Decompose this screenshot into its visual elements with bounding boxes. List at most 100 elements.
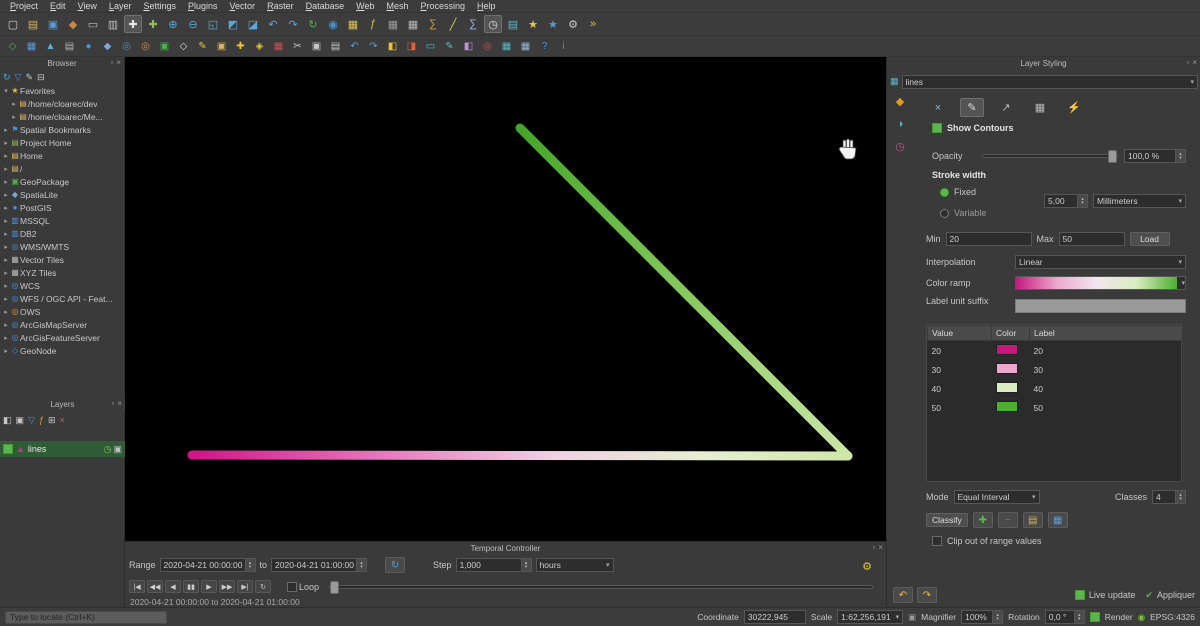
refresh-map-button[interactable]: ↻	[304, 15, 322, 33]
statistical-summary-button[interactable]: ∑	[464, 15, 482, 33]
browser-item-me-path[interactable]: ▸ ▤ /home/cloarec/Me...	[0, 110, 125, 123]
averaging-tab[interactable]: ▦	[1028, 98, 1052, 117]
expander-icon[interactable]: ▸	[2, 269, 10, 277]
show-bookmarks-button[interactable]: ★	[544, 15, 562, 33]
show-layout-manager-button[interactable]: ▥	[104, 15, 122, 33]
step-input[interactable]: 1,000▴▾	[456, 558, 532, 572]
temporal-indicator-icon[interactable]: ◷	[104, 444, 112, 455]
add-wfs-layer-button[interactable]: ◎	[137, 38, 154, 54]
value-column-header[interactable]: Value	[928, 326, 992, 341]
history-strip-icon[interactable]: ◷	[895, 140, 905, 153]
layer-visibility-checkbox[interactable]	[3, 444, 13, 454]
interpolation-select[interactable]: Linear	[1015, 255, 1186, 269]
vectors-tab[interactable]: ↗	[994, 98, 1018, 117]
new-print-layout-button[interactable]: ▭	[84, 15, 102, 33]
loop-range-button[interactable]: ↻	[255, 580, 271, 593]
symbology-strip-icon[interactable]: ◆	[896, 95, 904, 108]
expander-icon[interactable]: ▸	[2, 139, 10, 147]
browser-item-wcs[interactable]: ▸ ◎ WCS	[0, 279, 125, 292]
menu-item[interactable]: View	[72, 1, 103, 11]
identify-features-button[interactable]: ◉	[324, 15, 342, 33]
expander-icon[interactable]: ▸	[10, 113, 18, 121]
time-slider-handle[interactable]	[330, 581, 339, 594]
contours-tab[interactable]: ✎	[960, 98, 984, 117]
browser-refresh-icon[interactable]: ↻	[3, 72, 11, 83]
toggle-editing-button[interactable]: ✎	[194, 38, 211, 54]
expander-icon[interactable]: ▸	[2, 256, 10, 264]
lock-scale-icon[interactable]: ▣	[908, 612, 916, 623]
expand-all-icon[interactable]: ⊞	[48, 415, 56, 426]
float-panel-icon[interactable]: ▫	[1186, 58, 1189, 67]
label-unit-suffix-input[interactable]	[1015, 299, 1186, 313]
opacity-slider[interactable]	[982, 154, 1118, 158]
python-console-button[interactable]: »	[584, 15, 602, 33]
add-raster-layer-button[interactable]: ▦	[23, 38, 40, 54]
class-row[interactable]: 20 20	[928, 341, 1183, 361]
osm-place-search-button[interactable]: ◎	[479, 38, 496, 54]
close-panel-icon[interactable]: ×	[117, 399, 122, 408]
time-slider[interactable]	[329, 585, 873, 589]
variable-radio[interactable]	[940, 209, 949, 218]
browser-item-geonode[interactable]: ▸ ◇ GeoNode	[0, 344, 125, 357]
styling-layer-select[interactable]: lines	[902, 75, 1198, 89]
class-value[interactable]: 40	[928, 379, 992, 398]
crs-globe-icon[interactable]: ◉	[1138, 612, 1145, 623]
expander-icon[interactable]: ▸	[10, 100, 18, 108]
load-button[interactable]: Load	[1130, 232, 1170, 246]
menu-item[interactable]: Mesh	[380, 1, 414, 11]
mesh-calculator-button[interactable]: ▦	[498, 38, 515, 54]
zoom-last-button[interactable]: ↶	[264, 15, 282, 33]
save-classes-button[interactable]: ▦	[1048, 512, 1068, 528]
expander-icon[interactable]: ▸	[2, 347, 10, 355]
new-geopackage-layer-button[interactable]: ▣	[156, 38, 173, 54]
class-color-swatch[interactable]	[996, 401, 1018, 412]
expander-icon[interactable]: ▸	[2, 308, 10, 316]
label-column-header[interactable]: Label	[1030, 326, 1183, 341]
opacity-slider-handle[interactable]	[1108, 150, 1117, 163]
clip-out-of-range-checkbox[interactable]	[932, 536, 942, 546]
delete-selected-button[interactable]: ▦	[270, 38, 287, 54]
add-class-button[interactable]: ✚	[973, 512, 993, 528]
remove-class-button[interactable]: −	[998, 512, 1018, 528]
min-input[interactable]	[946, 232, 1032, 246]
browser-item-root[interactable]: ▸ ▤ /	[0, 162, 125, 175]
refresh-range-button[interactable]: ↻	[385, 557, 405, 573]
menu-item[interactable]: Database	[300, 1, 351, 11]
fixed-radio[interactable]	[940, 188, 949, 197]
zoom-next-button[interactable]: ↷	[284, 15, 302, 33]
new-bookmark-button[interactable]: ★	[524, 15, 542, 33]
add-mesh-layer-button[interactable]: ▲	[42, 38, 59, 54]
menu-item[interactable]: Project	[4, 1, 44, 11]
step-back-button[interactable]: ◀◀	[147, 580, 163, 593]
expander-icon[interactable]: ▸	[2, 152, 10, 160]
stroke-width-spinbox[interactable]: 5,00▴▾	[1044, 194, 1088, 208]
data-source-manager-button[interactable]: ▤	[504, 15, 522, 33]
expander-icon[interactable]: ▸	[2, 217, 10, 225]
menu-item[interactable]: Edit	[44, 1, 72, 11]
save-layer-edits-button[interactable]: ▣	[213, 38, 230, 54]
layer-labeling-button[interactable]: ◧	[384, 38, 401, 54]
play-forward-button[interactable]: ▶	[201, 580, 217, 593]
class-label[interactable]: 30	[1030, 360, 1183, 379]
coordinate-input[interactable]: 30222,945	[744, 610, 806, 624]
help-button[interactable]: ?	[536, 38, 553, 54]
expander-icon[interactable]: ▸	[2, 126, 10, 134]
add-vector-layer-button[interactable]: ◇	[4, 38, 21, 54]
browser-item-xyz-tiles[interactable]: ▸ ▦ XYZ Tiles	[0, 266, 125, 279]
deselect-features-button[interactable]: ▦	[384, 15, 402, 33]
zoom-to-selection-button[interactable]: ◩	[224, 15, 242, 33]
skip-end-button[interactable]: ▶|	[237, 580, 253, 593]
browser-collapse-all-icon[interactable]: ⊟	[37, 72, 45, 83]
class-row[interactable]: 50 50	[928, 398, 1183, 417]
map-tips-button[interactable]: ▭	[422, 38, 439, 54]
class-value[interactable]: 30	[928, 360, 992, 379]
remove-layer-icon[interactable]: ×	[60, 415, 65, 425]
new-shapefile-layer-button[interactable]: ◇	[175, 38, 192, 54]
add-postgis-layer-button[interactable]: ●	[80, 38, 97, 54]
vertex-tool-button[interactable]: ◈	[251, 38, 268, 54]
mesh-dataset-tab[interactable]: ×	[926, 98, 950, 117]
elevation-strip-icon[interactable]: ◑	[897, 118, 904, 130]
georeferencer-button[interactable]: ▦	[517, 38, 534, 54]
range-start-input[interactable]: 2020-04-21 00:00:00▴▾	[160, 558, 256, 572]
browser-item-arcgis-feature-server[interactable]: ▸ ◎ ArcGisFeatureServer	[0, 331, 125, 344]
